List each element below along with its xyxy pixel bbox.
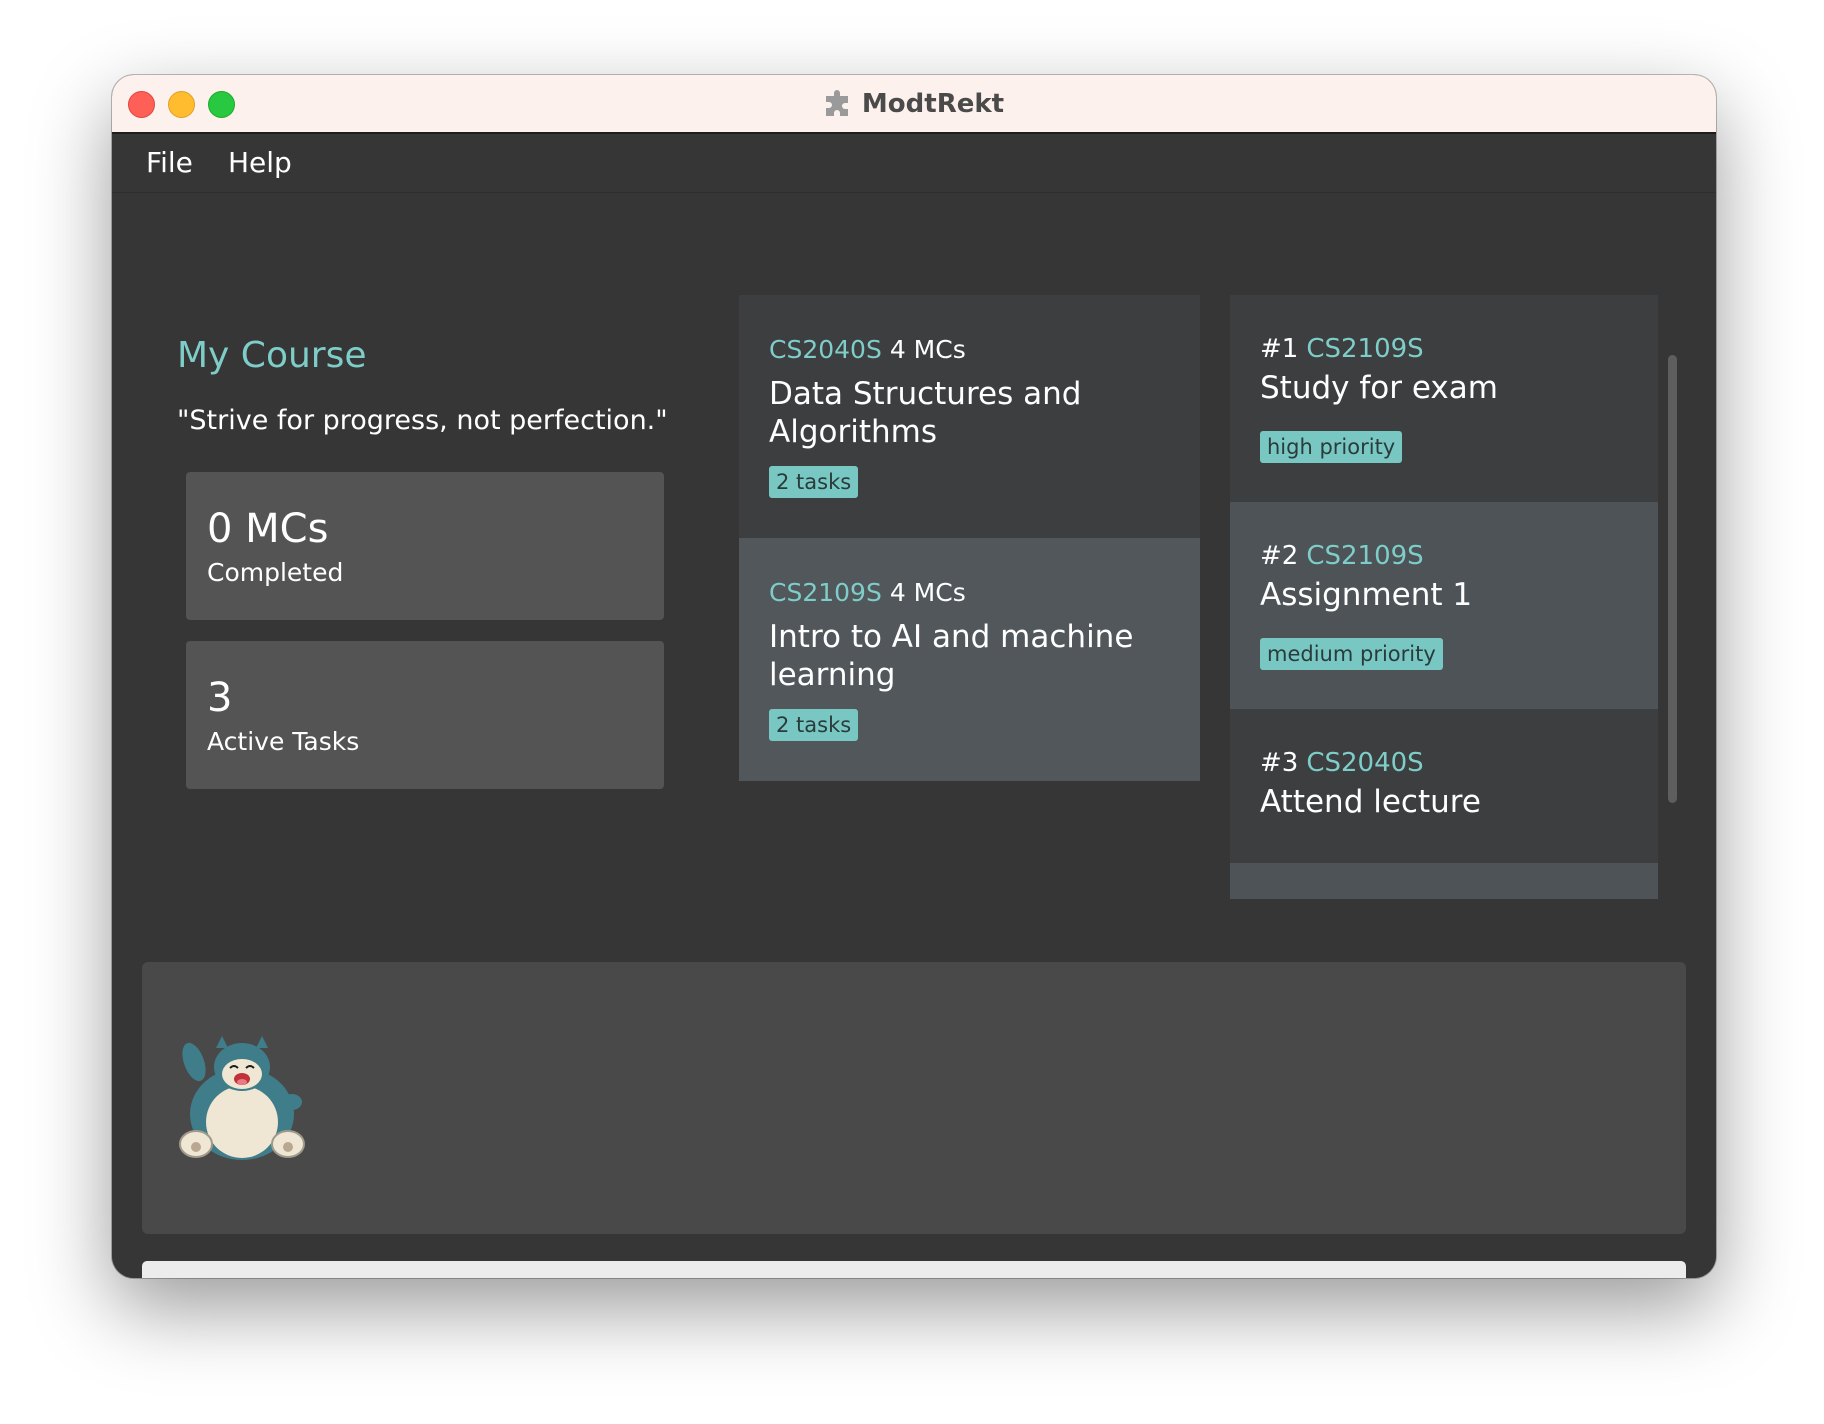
task-list-scrollbar[interactable] bbox=[1668, 355, 1677, 803]
priority-badge: medium priority bbox=[1260, 638, 1443, 670]
menu-help[interactable]: Help bbox=[228, 146, 292, 179]
module-task-count-badge: 2 tasks bbox=[769, 466, 859, 498]
module-name: Intro to AI and machine learning bbox=[769, 619, 1134, 693]
command-input[interactable] bbox=[162, 1261, 1662, 1278]
module-mcs: 4 MCs bbox=[889, 335, 966, 364]
stat-tasks-value: 3 bbox=[207, 675, 233, 721]
course-title: My Course bbox=[177, 335, 367, 376]
snorlax-mascot bbox=[179, 1036, 305, 1160]
module-code: CS2040S bbox=[769, 335, 882, 364]
task-module: CS2109S bbox=[1306, 541, 1424, 571]
task-card[interactable]: #1 CS2109S Study for exam high priority bbox=[1230, 295, 1658, 502]
priority-badge: high priority bbox=[1260, 431, 1403, 463]
task-card-partial[interactable] bbox=[1230, 863, 1658, 899]
command-box[interactable] bbox=[142, 1261, 1686, 1278]
task-name: Study for exam bbox=[1260, 370, 1498, 406]
task-name: Attend lecture bbox=[1260, 784, 1481, 820]
module-task-count-badge: 2 tasks bbox=[769, 709, 859, 741]
menu-file[interactable]: File bbox=[146, 146, 193, 179]
module-name: Data Structures and Algorithms bbox=[769, 376, 1082, 450]
task-module: CS2040S bbox=[1306, 748, 1424, 778]
task-number: #2 bbox=[1260, 541, 1299, 571]
puzzle-icon bbox=[825, 89, 848, 116]
main-content: My Course "Strive for progress, not perf… bbox=[112, 193, 1716, 1278]
task-name: Assignment 1 bbox=[1260, 577, 1473, 613]
course-quote: "Strive for progress, not perfection." bbox=[177, 405, 668, 436]
module-code: CS2109S bbox=[769, 578, 882, 607]
window-title: ModtRekt bbox=[861, 88, 1005, 119]
stat-card-mcs: 0 MCs Completed bbox=[186, 472, 664, 620]
task-number: #1 bbox=[1260, 334, 1299, 364]
stat-mcs-value: 0 MCs bbox=[207, 506, 329, 552]
task-card[interactable]: #3 CS2040S Attend lecture bbox=[1230, 709, 1658, 863]
module-card[interactable]: CS2040S 4 MCs Data Structures and Algorit… bbox=[739, 295, 1200, 538]
stat-mcs-label: Completed bbox=[207, 558, 344, 587]
task-number: #3 bbox=[1260, 748, 1299, 778]
module-card[interactable]: CS2109S 4 MCs Intro to AI and machine lea… bbox=[739, 538, 1200, 781]
menu-bar: File Help bbox=[112, 134, 1716, 193]
task-module: CS2109S bbox=[1306, 334, 1424, 364]
task-card[interactable]: #2 CS2109S Assignment 1 medium priority bbox=[1230, 502, 1658, 709]
stat-card-tasks: 3 Active Tasks bbox=[186, 641, 664, 789]
result-display bbox=[142, 962, 1686, 1234]
stat-tasks-label: Active Tasks bbox=[207, 727, 360, 756]
app-window: ModtRekt File Help My Course "Strive for… bbox=[112, 75, 1716, 1278]
title-bar: ModtRekt bbox=[112, 75, 1716, 134]
module-mcs: 4 MCs bbox=[889, 578, 966, 607]
